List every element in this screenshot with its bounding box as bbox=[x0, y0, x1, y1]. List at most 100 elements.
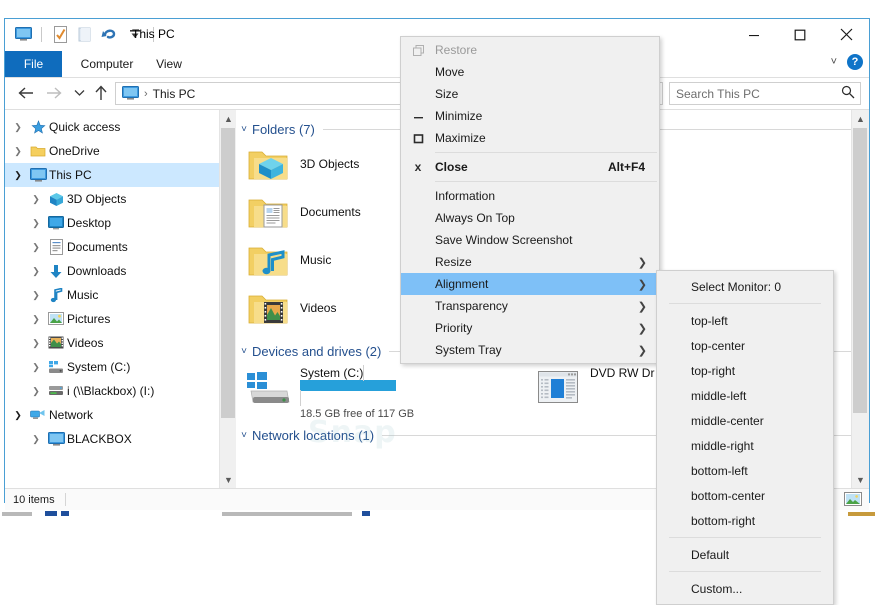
sidebar-item-quick-access[interactable]: ❯ Quick access bbox=[5, 115, 219, 139]
submenu-item-middle-left[interactable]: middle-left bbox=[657, 383, 833, 408]
sidebar-item-documents[interactable]: ❯ Documents bbox=[5, 235, 219, 259]
menu-item-maximize[interactable]: Maximize bbox=[401, 127, 659, 149]
new-folder-icon[interactable] bbox=[75, 24, 95, 44]
menu-item-size[interactable]: Size bbox=[401, 83, 659, 105]
taskbar-strip-5 bbox=[362, 511, 370, 516]
sidebar-item-3d-objects[interactable]: ❯ 3D Objects bbox=[5, 187, 219, 211]
taskbar-strip-6 bbox=[848, 512, 875, 516]
chevron-right-icon[interactable]: ❯ bbox=[27, 386, 45, 397]
chevron-right-icon[interactable]: ❯ bbox=[27, 266, 45, 277]
this-pc-icon bbox=[122, 86, 139, 101]
tab-view[interactable]: View bbox=[145, 51, 193, 77]
submenu-item-middle-right[interactable]: middle-right bbox=[657, 433, 833, 458]
large-icons-view-icon[interactable] bbox=[843, 490, 863, 508]
chevron-right-icon[interactable]: ❯ bbox=[27, 218, 45, 229]
sidebar-item-downloads[interactable]: ❯ Downloads bbox=[5, 259, 219, 283]
submenu-item-top-left[interactable]: top-left bbox=[657, 308, 833, 333]
search-icon[interactable] bbox=[836, 85, 860, 102]
chevron-right-icon[interactable]: ❯ bbox=[27, 290, 45, 301]
menu-item-information[interactable]: Information bbox=[401, 185, 659, 207]
menu-item-alignment[interactable]: Alignment ❯ bbox=[401, 273, 659, 295]
chevron-right-icon[interactable]: ❯ bbox=[9, 146, 27, 157]
chevron-right-icon[interactable]: ❯ bbox=[27, 242, 45, 253]
minimize-button[interactable] bbox=[731, 19, 777, 50]
navpane-scrollbar[interactable]: ▲ ▼ bbox=[219, 110, 237, 488]
menu-item-always-on-top[interactable]: Always On Top bbox=[401, 207, 659, 229]
submenu-item-top-center[interactable]: top-center bbox=[657, 333, 833, 358]
chevron-down-icon[interactable]: ˅ bbox=[236, 124, 252, 135]
menu-item-system-tray[interactable]: System Tray ❯ bbox=[401, 339, 659, 361]
sidebar-item-onedrive[interactable]: ❯ OneDrive bbox=[5, 139, 219, 163]
properties-icon[interactable] bbox=[50, 24, 70, 44]
chevron-down-icon[interactable]: ˅ bbox=[236, 430, 252, 441]
chevron-down-icon[interactable]: ˅ bbox=[831, 56, 837, 68]
monitor-icon[interactable] bbox=[13, 24, 33, 44]
breadcrumb-this-pc[interactable]: This PC bbox=[153, 87, 196, 101]
sidebar-item-system-c[interactable]: ❯ System (C:) bbox=[5, 355, 219, 379]
menu-item-save-window-screenshot[interactable]: Save Window Screenshot bbox=[401, 229, 659, 251]
scroll-up-icon[interactable]: ▲ bbox=[852, 110, 869, 127]
menu-label: Move bbox=[435, 65, 465, 79]
menu-item-priority[interactable]: Priority ❯ bbox=[401, 317, 659, 339]
tab-computer[interactable]: Computer bbox=[71, 51, 143, 77]
folder-music-icon bbox=[236, 241, 300, 279]
sidebar-item-this-pc[interactable]: ❯ This PC bbox=[5, 163, 219, 187]
list-item[interactable]: System (C:) 18.5 GB free of 117 GB bbox=[236, 362, 526, 420]
sidebar-item-pictures[interactable]: ❯ Pictures bbox=[5, 307, 219, 331]
chevron-down-icon[interactable]: ❯ bbox=[9, 410, 27, 421]
sidebar-item-network[interactable]: ❯ Network bbox=[5, 403, 219, 427]
search-input[interactable]: Search This PC bbox=[670, 87, 836, 101]
search-box[interactable]: Search This PC bbox=[669, 82, 861, 105]
chevron-right-icon[interactable]: ❯ bbox=[27, 194, 45, 205]
submenu-item-top-right[interactable]: top-right bbox=[657, 358, 833, 383]
submenu-item-bottom-right[interactable]: bottom-right bbox=[657, 508, 833, 533]
chevron-right-icon[interactable]: ❯ bbox=[27, 314, 45, 325]
close-button[interactable] bbox=[823, 19, 869, 50]
maximize-button[interactable] bbox=[777, 19, 823, 50]
submenu-item-select-monitor[interactable]: Select Monitor: 0 bbox=[657, 274, 833, 299]
menu-item-move[interactable]: Move bbox=[401, 61, 659, 83]
scroll-down-icon[interactable]: ▼ bbox=[220, 471, 237, 488]
menu-item-restore[interactable]: Restore bbox=[401, 39, 659, 61]
chevron-down-icon[interactable]: ˅ bbox=[236, 346, 252, 357]
qat-divider bbox=[41, 26, 42, 42]
navpane-scroll-thumb[interactable] bbox=[221, 128, 235, 418]
up-button[interactable] bbox=[90, 82, 112, 104]
sidebar-item-network-drive-i[interactable]: ❯ i (\\Blackbox) (I:) bbox=[5, 379, 219, 403]
sidebar-item-videos[interactable]: ❯ Videos bbox=[5, 331, 219, 355]
recent-locations-button[interactable] bbox=[68, 82, 90, 104]
back-button[interactable] bbox=[15, 82, 37, 104]
chevron-right-icon[interactable]: ❯ bbox=[27, 362, 45, 373]
undo-icon[interactable] bbox=[100, 24, 120, 44]
alignment-submenu: Select Monitor: 0 top-left top-center to… bbox=[656, 270, 834, 605]
forward-button bbox=[43, 82, 65, 104]
sidebar-item-music[interactable]: ❯ Music bbox=[5, 283, 219, 307]
menu-item-transparency[interactable]: Transparency ❯ bbox=[401, 295, 659, 317]
chevron-right-icon[interactable]: ❯ bbox=[9, 122, 27, 133]
scroll-down-icon[interactable]: ▼ bbox=[852, 471, 869, 488]
menu-separator bbox=[435, 152, 657, 153]
submenu-item-bottom-center[interactable]: bottom-center bbox=[657, 483, 833, 508]
submenu-item-custom[interactable]: Custom... bbox=[657, 576, 833, 601]
help-icon[interactable]: ? bbox=[847, 54, 863, 70]
chevron-right-icon: ❯ bbox=[637, 322, 647, 335]
submenu-item-middle-center[interactable]: middle-center bbox=[657, 408, 833, 433]
list-item[interactable]: DVD RW Dr bbox=[526, 362, 654, 418]
tab-file[interactable]: File bbox=[5, 51, 62, 77]
sidebar-label: Music bbox=[67, 288, 99, 302]
chevron-right-icon[interactable]: ❯ bbox=[27, 338, 45, 349]
content-scrollbar[interactable]: ▲ ▼ bbox=[851, 110, 869, 488]
content-scroll-thumb[interactable] bbox=[853, 128, 867, 413]
submenu-item-default[interactable]: Default bbox=[657, 542, 833, 567]
menu-label: Close bbox=[435, 160, 468, 174]
chevron-down-icon[interactable]: ❯ bbox=[9, 170, 27, 181]
menu-item-minimize[interactable]: Minimize bbox=[401, 105, 659, 127]
sidebar-item-blackbox[interactable]: ❯ BLACKBOX bbox=[5, 427, 219, 451]
menu-item-close[interactable]: x Close Alt+F4 bbox=[401, 156, 659, 178]
menu-accelerator: Alt+F4 bbox=[607, 160, 645, 174]
chevron-right-icon[interactable]: ❯ bbox=[27, 434, 45, 445]
menu-item-resize[interactable]: Resize ❯ bbox=[401, 251, 659, 273]
submenu-item-bottom-left[interactable]: bottom-left bbox=[657, 458, 833, 483]
scroll-up-icon[interactable]: ▲ bbox=[220, 110, 237, 127]
sidebar-item-desktop[interactable]: ❯ Desktop bbox=[5, 211, 219, 235]
